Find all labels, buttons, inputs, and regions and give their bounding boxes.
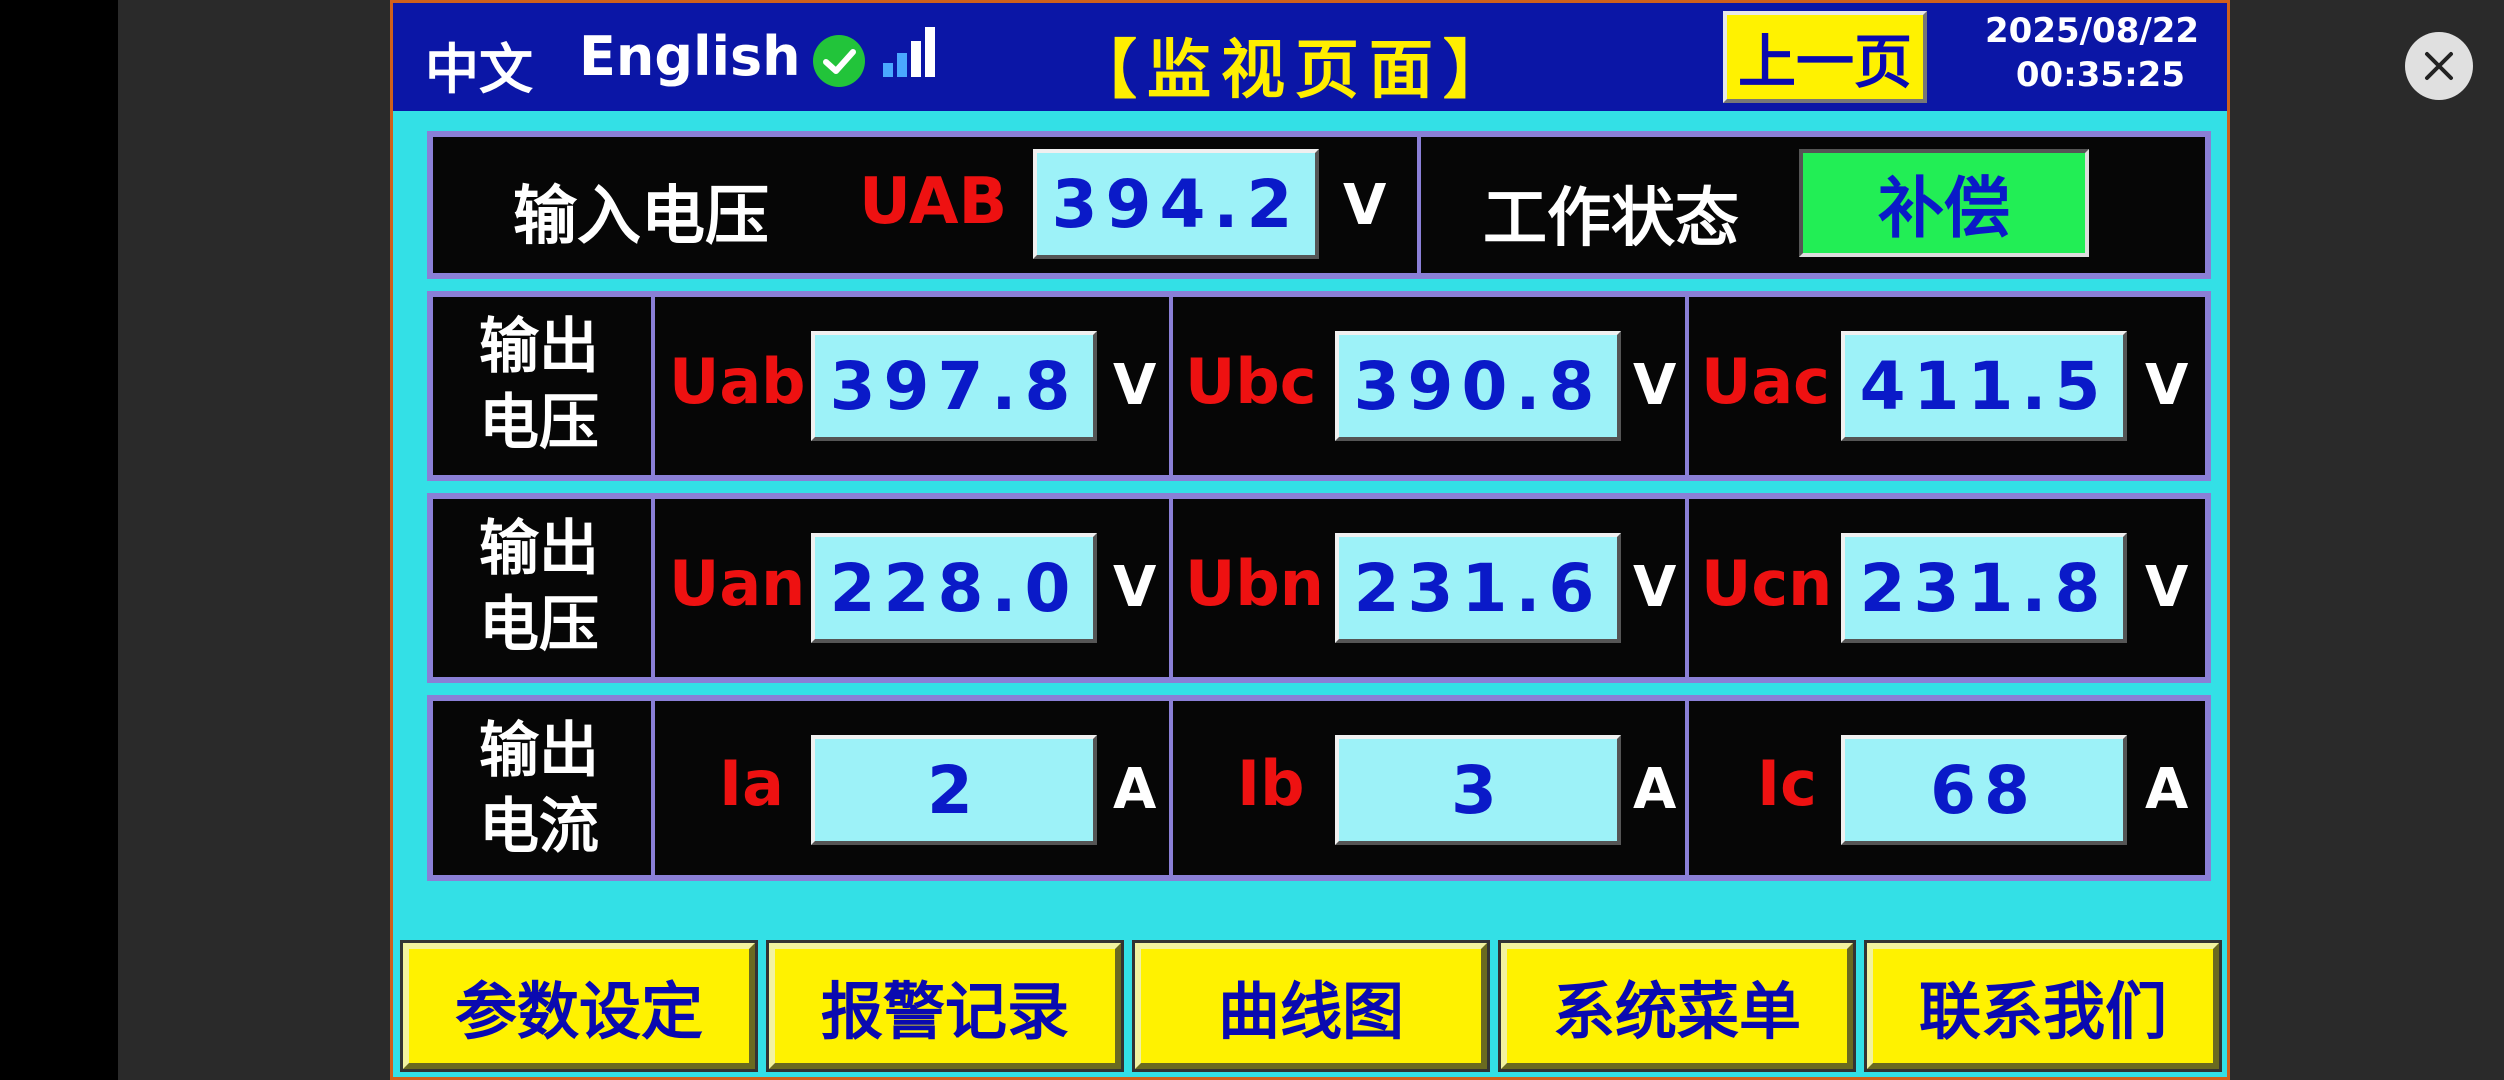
- ubc-output-value[interactable]: 390.8: [1335, 331, 1621, 441]
- ia-output-label: Ia: [719, 747, 784, 820]
- uab-label: UAB: [859, 165, 1008, 239]
- time-text: 00:35:25: [2015, 55, 2185, 95]
- uac-output-label: Uac: [1701, 345, 1830, 418]
- divider: [651, 297, 655, 475]
- uab-unit: V: [1113, 353, 1157, 418]
- row-label-line1: 输出: [479, 514, 599, 584]
- check-circle-icon: [813, 35, 865, 87]
- alarm-records-button[interactable]: 报警记录: [766, 940, 1124, 1072]
- date-text: 2025/08/22: [1985, 11, 2200, 51]
- output-line-voltage-row: 输出 电压 Uab 397.8 V Ubc 390.8 V Uac 411.5 …: [427, 291, 2211, 481]
- row-label-line2: 电压: [479, 590, 599, 660]
- ubn-output-value[interactable]: 231.6: [1335, 533, 1621, 643]
- left-gray-margin: [118, 0, 390, 1080]
- ucn-output-label: Ucn: [1701, 547, 1833, 620]
- output-current-row: 输出 电流 Ia 2 A Ib 3 A Ic 68 A: [427, 695, 2211, 881]
- contact-us-button[interactable]: 联系我们: [1864, 940, 2222, 1072]
- uan-output-value[interactable]: 228.0: [811, 533, 1097, 643]
- uan-unit: V: [1113, 555, 1157, 620]
- divider: [1417, 137, 1421, 273]
- ucn-unit: V: [2145, 555, 2189, 620]
- row-label-line2: 电流: [479, 792, 599, 862]
- divider: [651, 499, 655, 677]
- ib-output-label: Ib: [1237, 747, 1305, 820]
- close-icon: [2425, 52, 2453, 80]
- divider: [1685, 297, 1689, 475]
- ubn-unit: V: [1633, 555, 1677, 620]
- input-voltage-label: 输入电压: [513, 180, 769, 254]
- ic-output-label: Ic: [1757, 747, 1817, 820]
- lang-english-button[interactable]: English: [579, 25, 801, 88]
- divider: [651, 701, 655, 875]
- close-button[interactable]: [2405, 32, 2473, 100]
- ia-output-value[interactable]: 2: [811, 735, 1097, 845]
- row-label-line2: 电压: [479, 388, 599, 458]
- signal-bars-icon: [883, 27, 935, 77]
- uab-output-label: Uab: [669, 345, 806, 418]
- ic-unit: A: [2145, 757, 2189, 822]
- row-label-line1: 输出: [479, 716, 599, 786]
- work-status-indicator[interactable]: 补偿: [1799, 149, 2089, 257]
- ic-output-value[interactable]: 68: [1841, 735, 2127, 845]
- divider: [1169, 297, 1173, 475]
- lang-chinese-button[interactable]: 中文: [425, 25, 533, 104]
- previous-page-button[interactable]: 上一页: [1723, 11, 1927, 103]
- divider: [1169, 499, 1173, 677]
- uac-unit: V: [2145, 353, 2189, 418]
- ubn-output-label: Ubn: [1185, 547, 1324, 620]
- ubc-unit: V: [1633, 353, 1677, 418]
- row-label-line1: 输出: [479, 312, 599, 382]
- divider: [1685, 499, 1689, 677]
- uac-output-value[interactable]: 411.5: [1841, 331, 2127, 441]
- row-label: 输出 电压: [433, 297, 645, 461]
- uan-output-label: Uan: [669, 547, 806, 620]
- ubc-output-label: Ubc: [1185, 345, 1317, 418]
- ib-unit: A: [1633, 757, 1677, 822]
- hmi-screen: 中文 English 【监视页面】 上一页 2025/08/22 00:35:2…: [390, 0, 2230, 1080]
- uab-output-value[interactable]: 397.8: [811, 331, 1097, 441]
- output-phase-voltage-row: 输出 电压 Uan 228.0 V Ubn 231.6 V Ucn 231.8 …: [427, 493, 2211, 683]
- input-voltage-unit: V: [1343, 173, 1387, 238]
- row-label: 输出 电压: [433, 499, 645, 663]
- left-black-margin: [0, 0, 118, 1080]
- parameter-settings-button[interactable]: 参数设定: [400, 940, 758, 1072]
- ucn-output-value[interactable]: 231.8: [1841, 533, 2127, 643]
- row-label: 输出 电流: [433, 701, 645, 865]
- page-title: 【监视页面】: [1073, 34, 1517, 108]
- system-menu-button[interactable]: 系统菜单: [1498, 940, 1856, 1072]
- header-bar: 中文 English 【监视页面】 上一页 2025/08/22 00:35:2…: [393, 3, 2227, 111]
- input-voltage-row: 输入电压 UAB 394.2 V 工作状态 补偿: [427, 131, 2211, 279]
- work-status-label: 工作状态: [1483, 182, 1739, 256]
- ib-output-value[interactable]: 3: [1335, 735, 1621, 845]
- input-voltage-value[interactable]: 394.2: [1033, 149, 1319, 259]
- datetime-display: 2025/08/22 00:35:25: [1985, 9, 2200, 97]
- ia-unit: A: [1113, 757, 1157, 822]
- divider: [1685, 701, 1689, 875]
- right-gray-margin: [2230, 0, 2504, 1080]
- curve-chart-button[interactable]: 曲线图: [1132, 940, 1490, 1072]
- divider: [1169, 701, 1173, 875]
